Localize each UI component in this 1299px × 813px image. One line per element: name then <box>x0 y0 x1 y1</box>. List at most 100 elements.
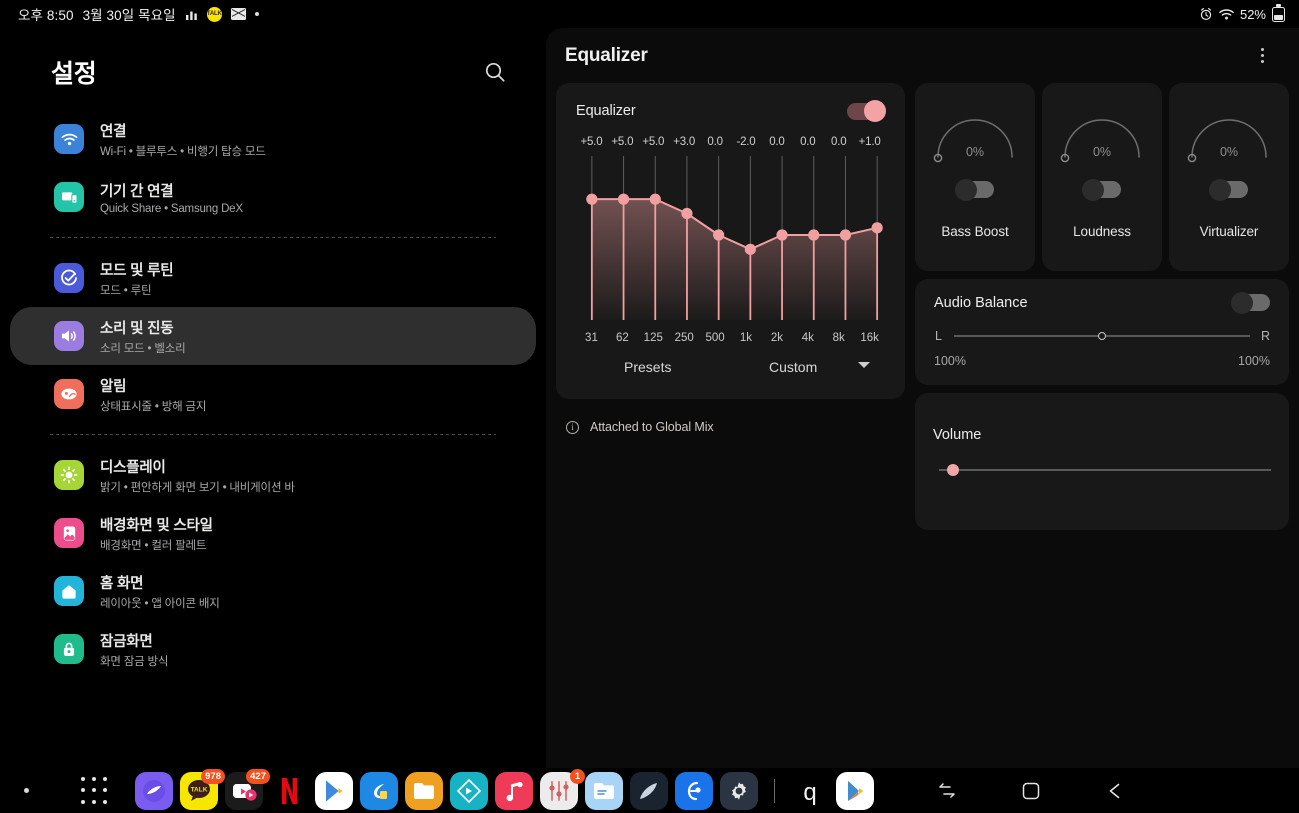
play-store-icon[interactable] <box>315 771 353 810</box>
effect-card-0: 0% Bass Boost <box>915 83 1035 271</box>
svg-text:q: q <box>803 779 816 806</box>
sidebar-item-3[interactable]: 소리 및 진동 소리 모드 • 벨소리 <box>10 307 536 365</box>
effect-name: Bass Boost <box>941 224 1009 239</box>
eq-curve[interactable] <box>576 154 893 330</box>
video-app-icon[interactable]: 427 <box>225 768 270 810</box>
sidebar-item-sublabel: 레이아웃 • 앱 아이콘 배지 <box>100 597 220 610</box>
presets-label: Presets <box>624 359 672 375</box>
eq-frequency-labels: 31 62 125 250 500 1k 2k 4k 8k 16k <box>576 332 885 344</box>
nav-buttons <box>930 774 1132 808</box>
attached-note: i Attached to Global Mix <box>556 420 905 434</box>
recents-icon[interactable] <box>930 774 964 808</box>
battery-icon <box>1272 4 1285 22</box>
balance-track[interactable] <box>954 332 1250 340</box>
badge-count: 978 <box>201 768 225 784</box>
sidebar-item-sublabel: 모드 • 루틴 <box>100 284 152 297</box>
volume-thumb[interactable] <box>946 464 959 476</box>
eq-value-6: 0.0 <box>769 136 785 148</box>
taskbar-apps: TALK 978 427 1 q <box>135 768 874 810</box>
kakaotalk-icon[interactable]: TALK 978 <box>180 768 225 810</box>
audio-balance-toggle[interactable] <box>1231 291 1270 314</box>
eq-value-4: 0.0 <box>707 136 723 148</box>
sidebar-item-5[interactable]: 디스플레이 밝기 • 편안하게 화면 보기 • 내비게이션 바 <box>10 446 536 504</box>
sidebar-item-label: 홈 화면 <box>100 575 144 592</box>
eq-node-3[interactable] <box>681 207 693 220</box>
sidebar-item-8[interactable]: 잠금화면 화면 잠금 방식 <box>10 620 536 678</box>
eq-node-6[interactable] <box>776 229 788 241</box>
q-app-icon[interactable]: q <box>791 772 829 810</box>
samsung-internet-icon[interactable] <box>135 771 173 810</box>
eq-node-1[interactable] <box>617 193 630 205</box>
eq-frequency-6: 2k <box>770 332 783 344</box>
settings-icon[interactable] <box>720 771 758 810</box>
file-manager-icon[interactable] <box>585 771 623 810</box>
signal-bars-icon <box>185 8 198 21</box>
effect-toggle-1[interactable] <box>1082 178 1121 201</box>
effect-name: Virtualizer <box>1199 224 1259 239</box>
netflix-icon[interactable] <box>270 771 308 810</box>
eq-node-9[interactable] <box>871 222 883 234</box>
dark-app-icon[interactable] <box>630 771 668 810</box>
my-files-icon[interactable] <box>405 771 443 810</box>
modes-routines-icon <box>54 263 84 293</box>
eq-graph[interactable] <box>576 154 885 330</box>
search-icon[interactable] <box>478 55 512 89</box>
sidebar-item-sublabel: 화면 잠금 방식 <box>100 655 169 668</box>
app-drawer-icon[interactable] <box>77 774 111 808</box>
presets-row: Presets Custom <box>576 356 885 378</box>
blue-tool-icon[interactable] <box>675 771 713 810</box>
sidebar-item-label: 모드 및 루틴 <box>100 262 174 279</box>
equalizer-toggle[interactable] <box>847 100 886 122</box>
eq-node-8[interactable] <box>839 229 852 241</box>
home-icon[interactable] <box>1014 774 1048 808</box>
effect-toggle-0[interactable] <box>955 178 994 201</box>
eq-node-5[interactable] <box>744 243 756 255</box>
knob-1[interactable]: 0% <box>1058 105 1146 167</box>
eq-value-labels: +5.0 +5.0 +5.0 +3.0 0.0 -2.0 0.0 0.0 0.0 +1.0 <box>576 136 885 148</box>
balance-thumb[interactable] <box>1098 332 1106 340</box>
eq-node-7[interactable] <box>808 229 820 241</box>
sidebar-item-2[interactable]: 모드 및 루틴모드 • 루틴 <box>10 249 536 307</box>
eq-node-4[interactable] <box>713 229 725 241</box>
music-app-icon[interactable] <box>495 771 533 810</box>
volume-track[interactable] <box>939 469 1271 471</box>
sidebar-item-1[interactable]: 기기 간 연결 Quick Share • Samsung DeX <box>10 168 536 226</box>
blue-app-icon[interactable] <box>360 771 398 810</box>
eq-node-0[interactable] <box>586 193 598 205</box>
equalizer-app-icon[interactable]: 1 <box>540 768 585 810</box>
media-app-icon[interactable] <box>450 771 488 810</box>
effect-card-1: 0% Loudness <box>1042 83 1162 271</box>
audio-balance-title: Audio Balance <box>934 294 1028 311</box>
preset-value[interactable]: Custom <box>769 359 817 375</box>
effect-toggle-2[interactable] <box>1209 178 1248 201</box>
alarm-icon <box>1199 7 1213 21</box>
sidebar-item-0[interactable]: 연결 Wi-Fi • 블루투스 • 비행기 탑승 모드 <box>10 110 536 168</box>
back-icon[interactable] <box>1098 774 1132 808</box>
info-icon: i <box>566 420 579 434</box>
eq-frequency-9: 16k <box>860 332 879 344</box>
eq-node-2[interactable] <box>649 193 661 205</box>
app-title: Equalizer <box>565 44 648 66</box>
sidebar-item-7[interactable]: 홈 화면레이아웃 • 앱 아이콘 배지 <box>10 562 536 620</box>
volume-title: Volume <box>933 427 982 443</box>
sidebar-item-sublabel: 소리 모드 • 벨소리 <box>100 342 186 355</box>
sidebar-item-label: 기기 간 연결 <box>100 183 174 200</box>
play-store-icon-2[interactable] <box>836 771 874 810</box>
knob-0[interactable]: 0% <box>931 105 1019 167</box>
kebab-menu-icon[interactable] <box>1249 43 1275 69</box>
audio-balance-slider[interactable]: L R <box>934 329 1270 343</box>
sidebar-item-label: 연결 <box>100 123 127 140</box>
knob-2[interactable]: 0% <box>1185 105 1273 167</box>
battery-percent: 52% <box>1239 6 1266 22</box>
sidebar-item-label: 알림 <box>100 378 127 395</box>
eq-frequency-8: 8k <box>832 332 845 344</box>
sidebar-item-6[interactable]: 배경화면 및 스타일 배경화면 • 컬러 팔레트 <box>10 504 536 562</box>
wallpaper-icon <box>54 518 84 548</box>
taskbar-separator <box>774 778 775 803</box>
volume-slider[interactable] <box>933 464 1271 476</box>
sidebar-divider <box>50 434 496 435</box>
sidebar-item-4[interactable]: 알림 상태표시줄 • 방해 금지 <box>10 365 536 423</box>
chevron-down-icon[interactable] <box>858 362 870 368</box>
effects-row: 0% Bass Boost 0% Loudness 0% Virtualizer <box>915 83 1289 271</box>
eq-value-9: +1.0 <box>858 136 881 148</box>
